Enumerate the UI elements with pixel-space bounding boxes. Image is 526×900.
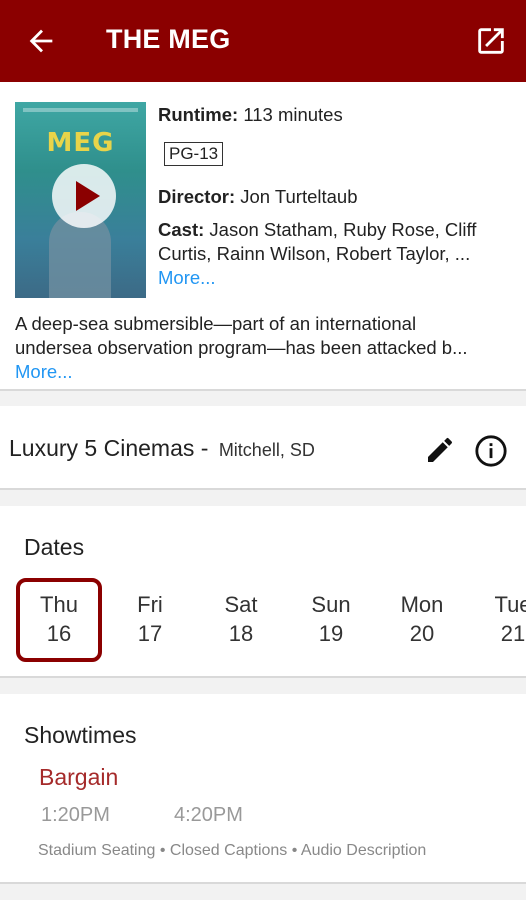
director-row: Director: Jon Turteltaub (158, 186, 358, 208)
date-mon-20[interactable]: Mon 20 (379, 578, 465, 662)
date-number: 16 (46, 621, 72, 646)
date-sun-19[interactable]: Sun 19 (288, 578, 374, 662)
synopsis-more-link[interactable]: More... (15, 360, 511, 384)
date-day: Thu (40, 592, 78, 617)
dates-card: Dates Thu 16 Fri 17 Sat 18 Sun 19 Mon 20… (0, 506, 526, 678)
director-label: Director: (158, 186, 236, 207)
date-tue-21[interactable]: Tue 21 (470, 578, 526, 662)
info-icon[interactable] (474, 434, 508, 468)
runtime-value: 113 minutes (243, 104, 343, 125)
back-arrow-icon[interactable] (24, 24, 58, 58)
date-thu-16[interactable]: Thu 16 (16, 578, 102, 662)
theater-card: Luxury 5 Cinemas - Mitchell, SD (0, 406, 526, 490)
date-number: 20 (409, 621, 435, 646)
date-number: 18 (228, 621, 254, 646)
edit-pencil-icon[interactable] (424, 434, 456, 466)
date-number: 21 (500, 621, 526, 646)
showtime-button[interactable]: 1:20PM (41, 804, 110, 827)
synopsis-line-2: undersea observation program—has been at… (15, 337, 468, 358)
date-day: Fri (137, 592, 163, 617)
open-external-icon[interactable] (474, 24, 508, 58)
cast-more-link[interactable]: More... (158, 266, 508, 290)
poster-tagline-bar (23, 108, 138, 112)
date-fri-17[interactable]: Fri 17 (107, 578, 193, 662)
cast-line-1: Jason Statham, Ruby Rose, Cliff (209, 219, 477, 240)
poster-logo: MEG (46, 128, 115, 158)
amenities-list: Stadium Seating • Closed Captions • Audi… (38, 842, 427, 859)
theater-name: Luxury 5 Cinemas - (9, 435, 209, 461)
runtime-label: Runtime: (158, 104, 239, 125)
showtimes-card: Showtimes Bargain 1:20PM 4:20PM Stadium … (0, 694, 526, 884)
movie-poster[interactable]: MEG (15, 102, 146, 298)
theater-location: Mitchell, SD (218, 440, 315, 460)
synopsis: A deep-sea submersible—part of an intern… (15, 312, 511, 384)
showtime-button[interactable]: 4:20PM (174, 804, 243, 827)
cast-row: Cast: Jason Statham, Ruby Rose, Cliff Cu… (158, 218, 508, 290)
date-day: Sat (224, 592, 258, 617)
cast-line-2: Curtis, Rainn Wilson, Robert Taylor, ... (158, 243, 471, 264)
date-number: 17 (137, 621, 163, 646)
page-title: THE MEG (106, 24, 231, 54)
director-value: Jon Turteltaub (240, 186, 358, 207)
date-number: 19 (318, 621, 344, 646)
runtime-row: Runtime: 113 minutes (158, 104, 343, 126)
date-day: Tue (494, 592, 526, 617)
synopsis-line-1: A deep-sea submersible—part of an intern… (15, 313, 417, 334)
showtimes-title: Showtimes (24, 722, 137, 748)
date-sat-18[interactable]: Sat 18 (198, 578, 284, 662)
app-bar: THE MEG (0, 0, 526, 82)
movie-details-card: MEG Runtime: 113 minutes PG-13 Director:… (0, 82, 526, 391)
showtime-format-label: Bargain (39, 764, 119, 790)
play-trailer-icon[interactable] (52, 164, 116, 228)
theater-title: Luxury 5 Cinemas - Mitchell, SD (9, 435, 315, 462)
date-day: Sun (311, 592, 351, 617)
date-day: Mon (400, 592, 444, 617)
dates-title: Dates (24, 534, 85, 560)
rating-badge: PG-13 (164, 142, 224, 166)
cast-label: Cast: (158, 219, 205, 240)
